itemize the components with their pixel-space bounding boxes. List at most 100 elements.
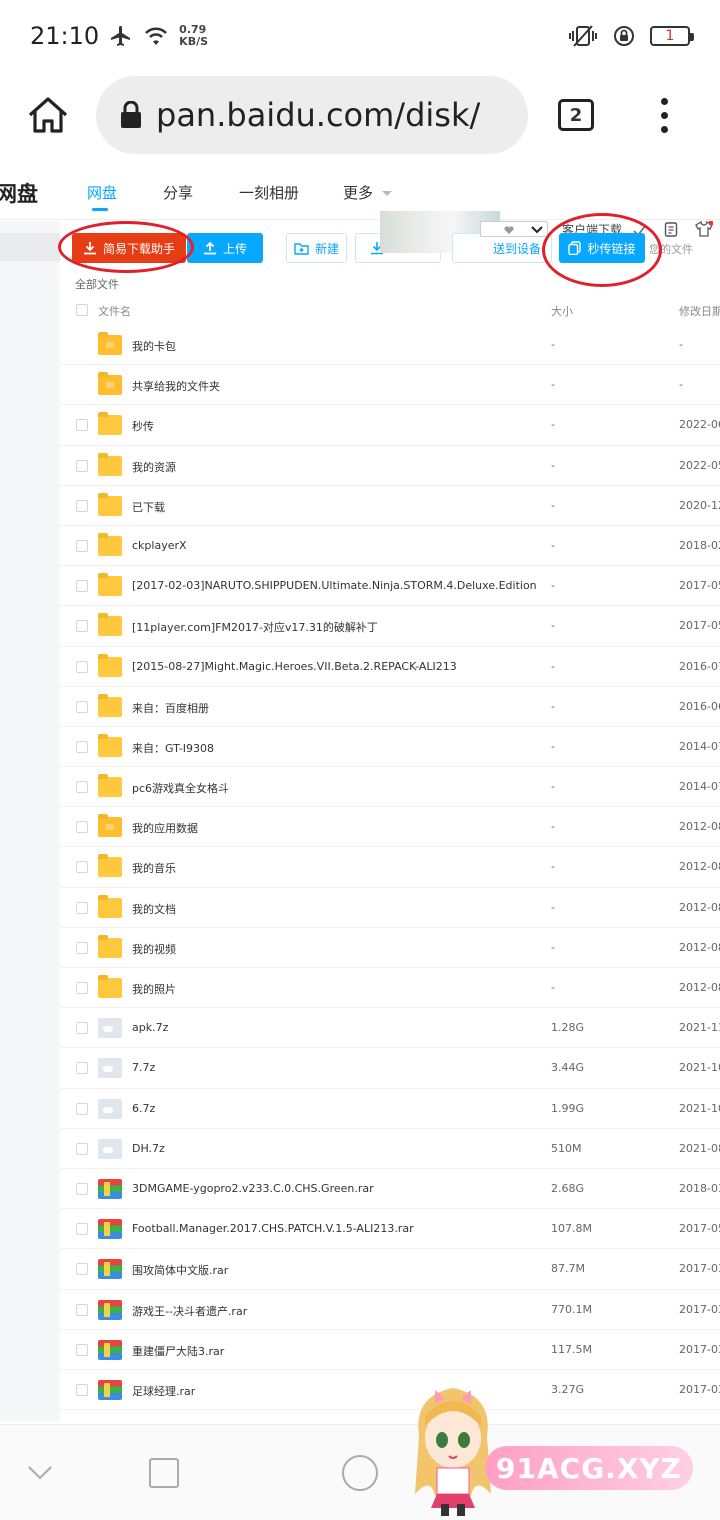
file-name[interactable]: pc6游戏真全女格斗 [132,780,536,796]
file-row[interactable]: apk.7z 1.28G 2021-11 [60,1008,720,1049]
file-name[interactable]: 共享给我的文件夹 [132,378,536,394]
file-row[interactable]: DH.7z 510M 2021-08 [60,1129,720,1169]
file-name[interactable]: 我的应用数据 [132,820,536,836]
file-name[interactable]: apk.7z [132,1021,536,1034]
column-date-header[interactable]: 修改日期 [679,303,720,319]
file-row[interactable]: pc6游戏真全女格斗 - 2014-07 [60,767,720,808]
file-row[interactable]: 我的资源 - 2022-05 [60,446,720,486]
row-checkbox[interactable] [76,1223,88,1236]
file-row[interactable]: 7.7z 3.44G 2021-10 [60,1048,720,1089]
row-checkbox[interactable] [76,982,88,994]
file-name[interactable]: 我的文档 [132,901,536,917]
file-name[interactable]: 已下载 [132,499,536,515]
file-row[interactable]: 来自：GT-I9308 - 2014-07 [60,727,720,768]
file-name[interactable]: 来自：GT-I9308 [132,740,536,756]
file-row[interactable]: 6.7z 1.99G 2021-10 [60,1089,720,1129]
row-checkbox[interactable] [76,1303,88,1316]
file-name[interactable]: DH.7z [132,1142,536,1155]
file-name[interactable]: 3DMGAME-ygopro2.v233.C.0.CHS.Green.rar [132,1182,536,1195]
breadcrumb[interactable]: 全部文件 [75,276,119,292]
file-name[interactable]: ckplayerX [132,539,536,552]
file-name[interactable]: 重建僵尸大陆3.rar [132,1343,536,1359]
file-row[interactable]: [11player.com]FM2017-对应v17.31的破解补丁 - 2017-… [60,606,720,647]
file-name[interactable]: 7.7z [132,1061,536,1074]
file-row[interactable]: 3DMGAME-ygopro2.v233.C.0.CHS.Green.rar 2.… [60,1169,720,1210]
file-name[interactable]: 围攻简体中文版.rar [132,1262,536,1278]
file-row[interactable]: 重建僵尸大陆3.rar 117.5M 2017-03 [60,1330,720,1370]
file-name[interactable]: 秒传 [132,418,536,434]
file-name[interactable]: 我的照片 [132,981,536,997]
file-name[interactable]: 我的视频 [132,941,536,957]
tab-netdisk[interactable]: 网盘 [87,182,117,203]
file-row[interactable]: 我的卡包 - - [60,325,720,366]
file-name[interactable]: 我的卡包 [132,338,536,354]
row-checkbox[interactable] [76,499,88,512]
column-name-header[interactable]: 文件名 [98,303,131,319]
file-row[interactable]: ckplayerX - 2018-02 [60,526,720,567]
file-name[interactable]: 我的音乐 [132,860,536,876]
home-circle-icon[interactable] [341,1454,379,1492]
tab-more[interactable]: 更多 [343,182,392,203]
file-row[interactable]: [2017-02-03]NARUTO.SHIPPUDEN.Ultimate.Ni… [60,566,720,607]
file-name[interactable]: 我的资源 [132,459,536,475]
file-row[interactable]: 我的文档 - 2012-08 [60,888,720,928]
file-row[interactable]: 来自：百度相册 - 2016-06 [60,687,720,727]
back-chevron-icon[interactable] [27,1465,53,1481]
file-name[interactable]: Football.Manager.2017.CHS.PATCH.V.1.5-AL… [132,1222,536,1235]
row-checkbox[interactable] [76,1383,88,1396]
row-checkbox[interactable] [76,1182,88,1195]
file-name[interactable]: [2017-02-03]NARUTO.SHIPPUDEN.Ultimate.Ni… [132,579,536,592]
column-size-header[interactable]: 大小 [551,303,573,319]
file-name[interactable]: 来自：百度相册 [132,700,536,716]
row-checkbox[interactable] [76,459,88,472]
file-row[interactable]: 围攻简体中文版.rar 87.7M 2017-03 [60,1249,720,1290]
row-checkbox[interactable] [76,1343,88,1356]
row-checkbox[interactable] [76,941,88,954]
file-row[interactable]: 秒传 - 2022-06 [60,405,720,446]
file-row[interactable]: [2015-08-27]Might.Magic.Heroes.VII.Beta.… [60,647,720,687]
file-name[interactable]: 游戏王--决斗者遗产.rar [132,1303,536,1319]
row-checkbox[interactable] [76,1022,88,1035]
recent-apps-icon[interactable] [148,1457,180,1489]
file-name[interactable]: [11player.com]FM2017-对应v17.31的破解补丁 [132,619,536,635]
row-checkbox[interactable] [76,1263,88,1276]
file-row[interactable]: 我的音乐 - 2012-08 [60,847,720,888]
row-checkbox[interactable] [76,901,88,914]
tab-share[interactable]: 分享 [163,182,193,203]
row-checkbox[interactable] [76,700,88,713]
browser-menu-button[interactable] [634,75,694,155]
shirt-icon[interactable] [695,221,713,237]
row-checkbox[interactable] [76,861,88,874]
file-row[interactable]: 我的照片 - 2012-08 [60,968,720,1009]
new-folder-button[interactable]: 新建 [286,233,347,263]
file-row[interactable]: Football.Manager.2017.CHS.PATCH.V.1.5-AL… [60,1209,720,1250]
row-checkbox[interactable] [76,419,88,432]
view-switch-dropdown[interactable] [480,221,548,237]
send-to-device-button[interactable]: 送到设备 [452,233,552,263]
row-checkbox[interactable] [76,580,88,593]
row-checkbox[interactable] [76,740,88,753]
row-checkbox[interactable] [76,781,88,794]
row-checkbox[interactable] [76,1062,88,1075]
file-row[interactable]: 已下载 - 2020-12 [60,486,720,526]
file-name[interactable]: [2015-08-27]Might.Magic.Heroes.VII.Beta.… [132,660,536,673]
tab-album[interactable]: 一刻相册 [239,182,299,203]
select-all-checkbox[interactable] [76,304,88,316]
row-checkbox[interactable] [76,539,88,552]
clipboard-icon[interactable] [664,221,678,237]
tab-switcher-button[interactable]: 2 [558,99,594,131]
address-bar[interactable]: pan.baidu.com/disk/ [96,76,528,154]
home-button[interactable] [0,72,96,158]
file-row[interactable]: 我的应用数据 - 2012-08 [60,807,720,848]
file-row[interactable]: 我的视频 - 2012-08 [60,928,720,968]
row-checkbox[interactable] [76,1142,88,1155]
row-checkbox[interactable] [76,1102,88,1115]
file-row[interactable]: 共享给我的文件夹 - - [60,365,720,406]
sidebar-selected-item[interactable] [0,233,60,261]
row-checkbox[interactable] [76,660,88,673]
file-row[interactable]: 游戏王--决斗者遗产.rar 770.1M 2017-03 [60,1290,720,1330]
row-checkbox[interactable] [76,620,88,633]
file-name[interactable]: 6.7z [132,1102,536,1115]
upload-button[interactable]: 上传 [187,233,263,263]
row-checkbox[interactable] [76,821,88,834]
